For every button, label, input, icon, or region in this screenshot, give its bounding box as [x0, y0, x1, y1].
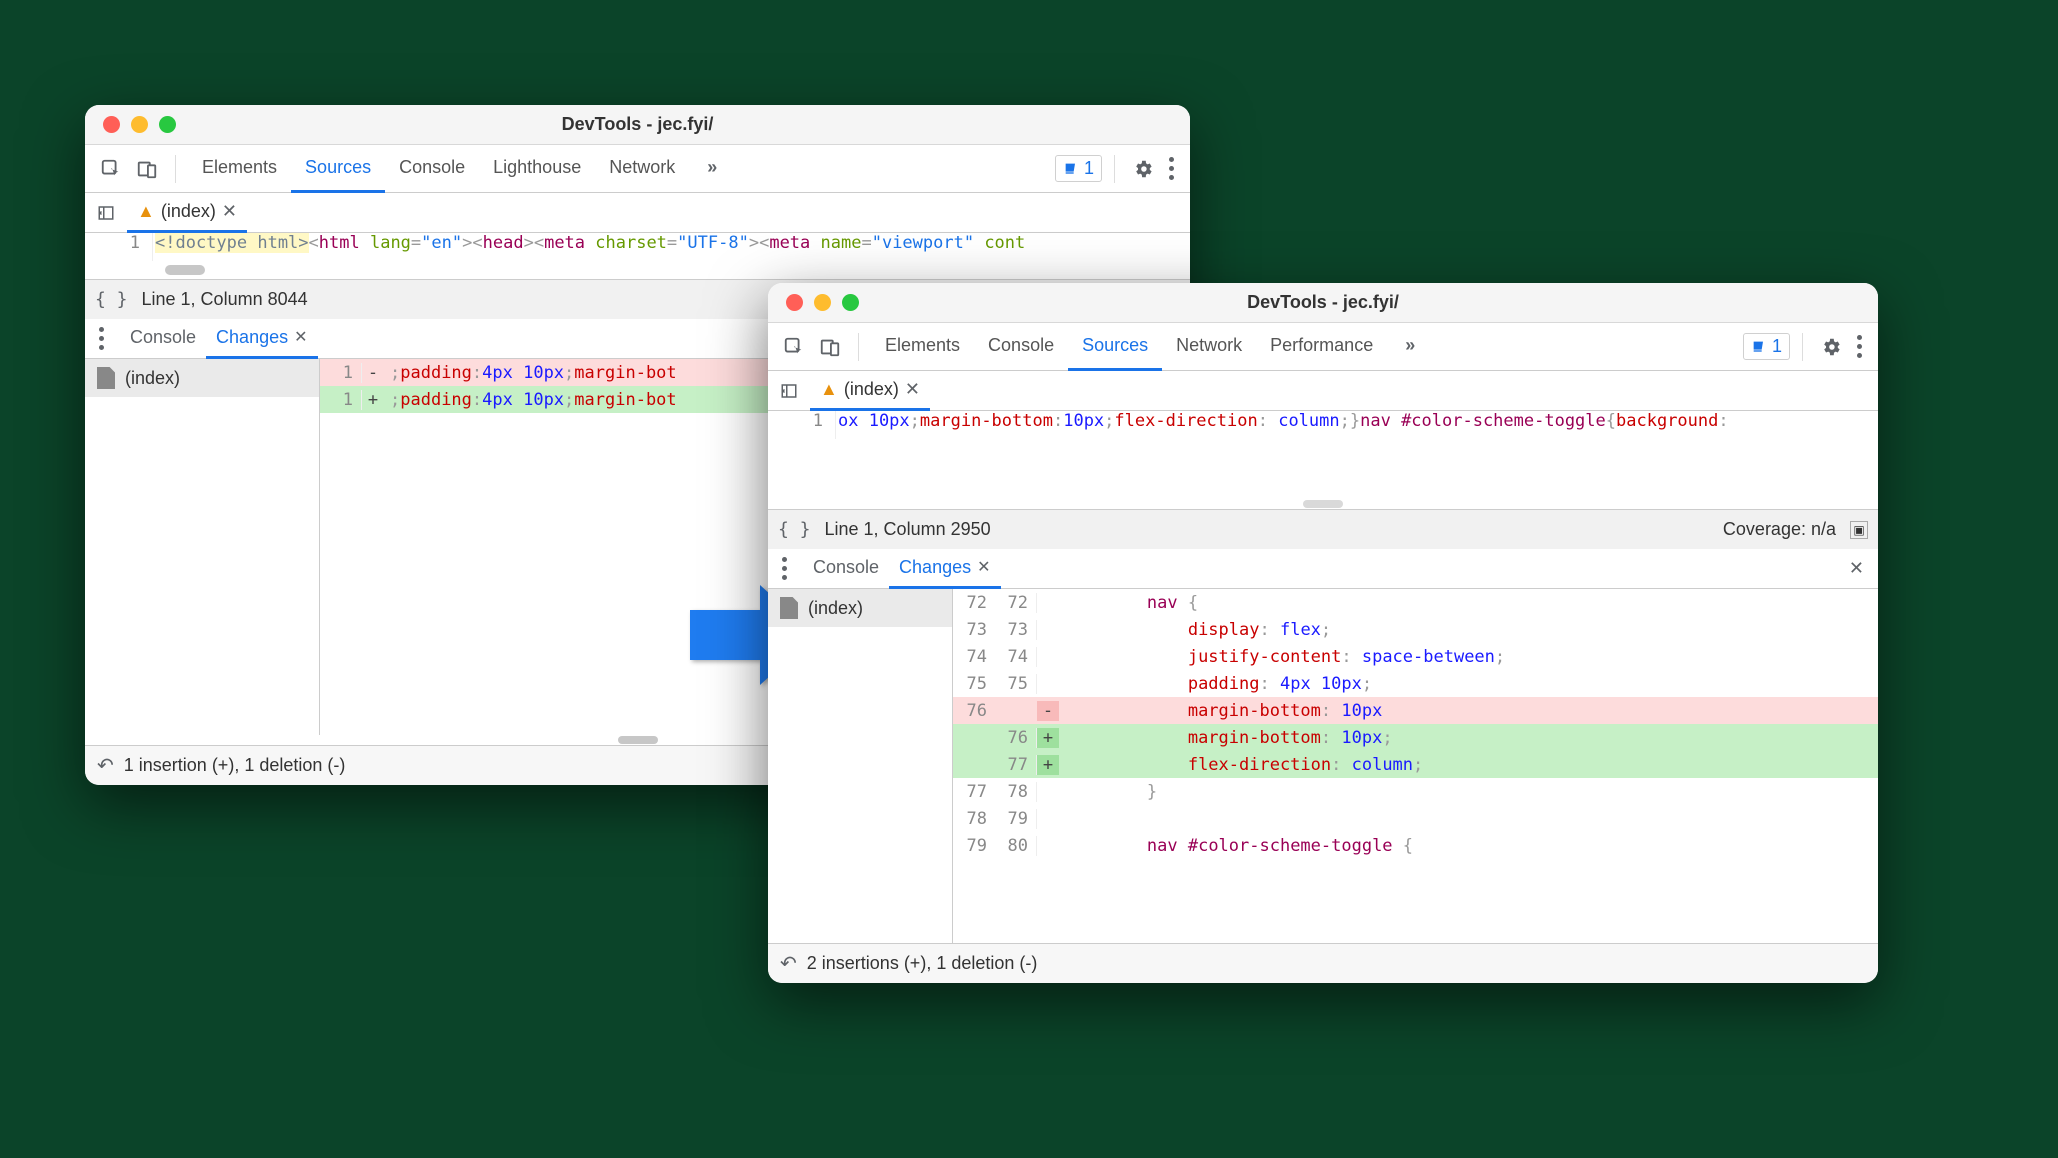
close-tab-icon[interactable]: ✕ — [977, 557, 990, 577]
close-tab-icon[interactable]: ✕ — [294, 327, 307, 347]
settings-icon[interactable] — [1815, 331, 1847, 363]
navigator-toggle-icon[interactable] — [91, 198, 121, 228]
tab-network[interactable]: Network — [595, 145, 689, 193]
warning-icon: ▲ — [820, 379, 838, 400]
tab-console[interactable]: Console — [385, 145, 479, 193]
code-line[interactable]: 1 ox 10px;margin-bottom:10px;flex-direct… — [768, 411, 1878, 439]
revert-icon[interactable]: ↶ — [780, 951, 797, 976]
titlebar: DevTools - jec.fyi/ — [768, 283, 1878, 323]
kebab-menu-icon[interactable] — [1163, 151, 1180, 186]
tab-network[interactable]: Network — [1162, 323, 1256, 371]
panel-tabs: ElementsConsoleSourcesNetworkPerformance — [871, 323, 1387, 371]
maximize-icon[interactable] — [842, 294, 859, 311]
issues-count: 1 — [1084, 158, 1094, 179]
device-toggle-icon[interactable] — [131, 153, 163, 185]
traffic-lights — [768, 294, 859, 311]
issues-count: 1 — [1772, 336, 1782, 357]
main-toolbar: ElementsSourcesConsoleLighthouseNetwork … — [85, 145, 1190, 193]
file-tabs: ▲ (index) ✕ — [85, 193, 1190, 233]
minimize-icon[interactable] — [814, 294, 831, 311]
changes-file-item[interactable]: (index) — [85, 359, 319, 397]
drawer-tab-changes[interactable]: Changes✕ — [206, 319, 317, 359]
cursor-status: Line 1, Column 2950 — [825, 519, 991, 540]
tab-sources[interactable]: Sources — [1068, 323, 1162, 371]
horizontal-scrollbar-thumb[interactable] — [1303, 500, 1343, 508]
changes-file-label: (index) — [808, 598, 863, 619]
changes-file-label: (index) — [125, 368, 180, 389]
warning-icon: ▲ — [137, 201, 155, 222]
close-tab-icon[interactable]: ✕ — [905, 379, 920, 400]
drawer-kebab-icon[interactable] — [93, 321, 110, 356]
devtools-window-after: DevTools - jec.fyi/ ElementsConsoleSourc… — [768, 283, 1878, 983]
minimize-icon[interactable] — [131, 116, 148, 133]
file-tab-label: (index) — [844, 379, 899, 400]
pretty-print-icon[interactable]: { } — [95, 289, 128, 310]
line-number: 1 — [768, 411, 836, 439]
device-toggle-icon[interactable] — [814, 331, 846, 363]
changes-panel: (index) 7272 nav {7373 display: flex;747… — [768, 589, 1878, 943]
line-number: 1 — [85, 233, 153, 261]
tab-performance[interactable]: Performance — [1256, 323, 1387, 371]
panel-tabs: ElementsSourcesConsoleLighthouseNetwork — [188, 145, 689, 193]
inspect-element-icon[interactable] — [778, 331, 810, 363]
issues-badge[interactable]: 1 — [1055, 155, 1102, 182]
titlebar: DevTools - jec.fyi/ — [85, 105, 1190, 145]
coverage-box-icon[interactable]: ▣ — [1850, 521, 1868, 539]
diff-view[interactable]: 7272 nav {7373 display: flex;7474 justif… — [953, 589, 1878, 943]
tab-lighthouse[interactable]: Lighthouse — [479, 145, 595, 193]
code-content[interactable]: <!doctype html><html lang="en"><head><me… — [153, 233, 1190, 261]
traffic-lights — [85, 116, 176, 133]
inspect-element-icon[interactable] — [95, 153, 127, 185]
kebab-menu-icon[interactable] — [1851, 329, 1868, 364]
diff-summary-bar: ↶ 2 insertions (+), 1 deletion (-) — [768, 943, 1878, 983]
drawer-tab-changes[interactable]: Changes✕ — [889, 549, 1000, 589]
diff-summary-text: 2 insertions (+), 1 deletion (-) — [807, 953, 1038, 974]
more-tabs-icon[interactable]: » — [1391, 323, 1425, 371]
file-icon — [97, 367, 115, 389]
tab-elements[interactable]: Elements — [871, 323, 974, 371]
close-tab-icon[interactable]: ✕ — [222, 201, 237, 222]
code-line[interactable]: 1 <!doctype html><html lang="en"><head><… — [85, 233, 1190, 261]
file-tab-index[interactable]: ▲ (index) ✕ — [810, 371, 930, 411]
tab-console[interactable]: Console — [974, 323, 1068, 371]
status-bar: { } Line 1, Column 2950 Coverage: n/a ▣ — [768, 509, 1878, 549]
drawer-kebab-icon[interactable] — [776, 551, 793, 586]
horizontal-scrollbar-thumb[interactable] — [165, 265, 205, 275]
settings-icon[interactable] — [1127, 153, 1159, 185]
maximize-icon[interactable] — [159, 116, 176, 133]
code-content[interactable]: ox 10px;margin-bottom:10px;flex-directio… — [836, 411, 1878, 439]
drawer-tabs: ConsoleChanges✕ ✕ — [768, 549, 1878, 589]
horizontal-scrollbar-thumb[interactable] — [618, 736, 658, 744]
file-icon — [780, 597, 798, 619]
revert-icon[interactable]: ↶ — [97, 753, 114, 778]
window-title: DevTools - jec.fyi/ — [768, 292, 1878, 313]
tab-elements[interactable]: Elements — [188, 145, 291, 193]
window-title: DevTools - jec.fyi/ — [85, 114, 1190, 135]
file-tabs: ▲ (index) ✕ — [768, 371, 1878, 411]
tab-sources[interactable]: Sources — [291, 145, 385, 193]
cursor-status: Line 1, Column 8044 — [142, 289, 308, 310]
drawer-tab-console[interactable]: Console — [120, 319, 206, 359]
changes-file-list: (index) — [85, 359, 320, 735]
navigator-toggle-icon[interactable] — [774, 376, 804, 406]
close-icon[interactable] — [103, 116, 120, 133]
coverage-label: Coverage: n/a — [1723, 519, 1836, 540]
file-tab-index[interactable]: ▲ (index) ✕ — [127, 193, 247, 233]
close-icon[interactable] — [786, 294, 803, 311]
changes-file-list: (index) — [768, 589, 953, 943]
file-tab-label: (index) — [161, 201, 216, 222]
pretty-print-icon[interactable]: { } — [778, 519, 811, 540]
main-toolbar: ElementsConsoleSourcesNetworkPerformance… — [768, 323, 1878, 371]
diff-summary-text: 1 insertion (+), 1 deletion (-) — [124, 755, 346, 776]
close-drawer-icon[interactable]: ✕ — [1843, 558, 1870, 579]
more-tabs-icon[interactable]: » — [693, 145, 727, 193]
issues-badge[interactable]: 1 — [1743, 333, 1790, 360]
changes-file-item[interactable]: (index) — [768, 589, 952, 627]
drawer-tab-console[interactable]: Console — [803, 549, 889, 589]
